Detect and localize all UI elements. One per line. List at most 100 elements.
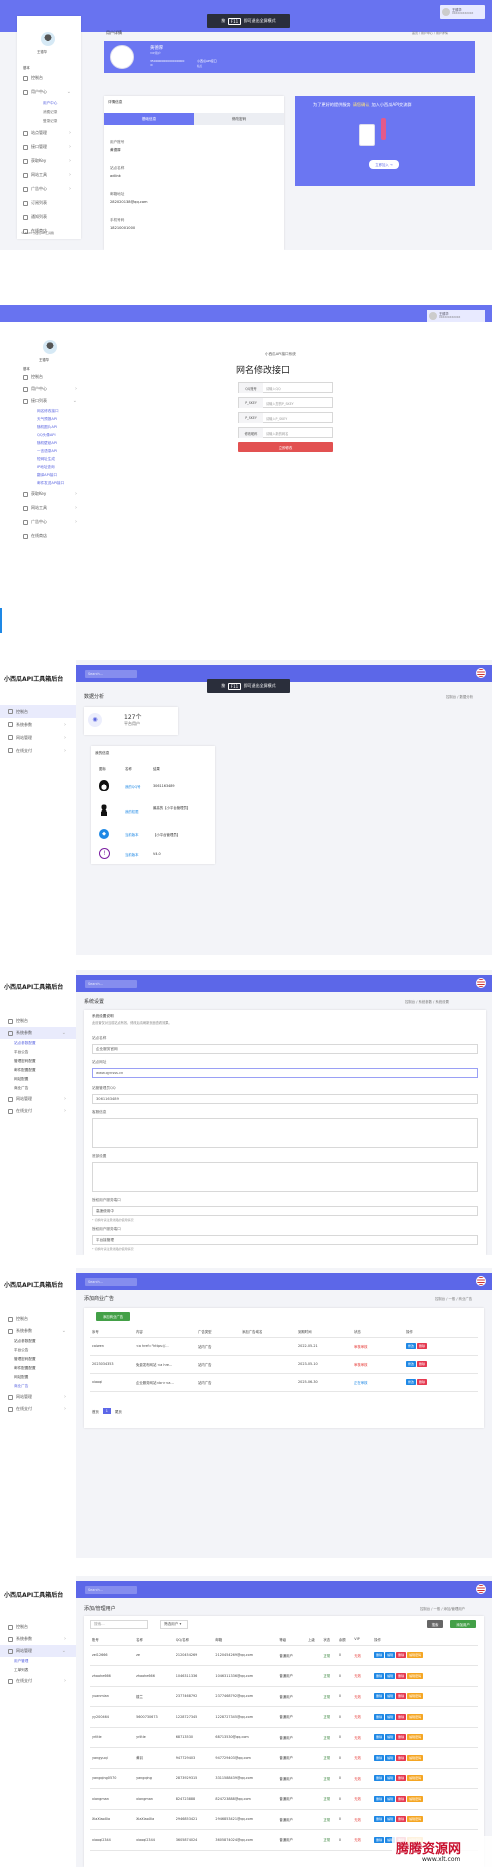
sidebar-subitem[interactable]: 网名修改接口 — [3, 407, 87, 415]
row-action-button[interactable]: 删除 — [374, 1775, 385, 1782]
sidebar-subitem[interactable]: 登录记录 — [3, 117, 81, 126]
submenu-item[interactable]: 邮件配置配置 — [0, 1066, 76, 1075]
row-action-button[interactable]: 删除 — [374, 1734, 385, 1741]
row-action-button[interactable]: 编辑密码 — [407, 1693, 424, 1700]
search-input[interactable]: Search... — [85, 1278, 137, 1286]
submenu-item[interactable]: 管理密码配置 — [0, 1355, 76, 1364]
menu-item-dashboard[interactable]: 控制台 — [0, 1621, 76, 1633]
menu-item-pay[interactable]: 在线支付 › — [0, 1675, 76, 1687]
edit-button[interactable]: 修改 — [406, 1379, 417, 1385]
row-action-button[interactable]: 编辑密码 — [407, 1672, 424, 1679]
join-button[interactable]: 立即加入 → — [369, 160, 399, 169]
sidebar-item-ads[interactable]: 广告中心 › — [3, 515, 87, 529]
sidebar-subitem[interactable]: 用户中心 — [3, 99, 81, 108]
menu-item-settings[interactable]: 系统参数 › — [0, 718, 76, 731]
sidebar-item-shop[interactable]: 在线商店 — [3, 529, 87, 543]
row-action-button[interactable]: 编辑密码 — [407, 1754, 424, 1761]
submit-button[interactable]: 立即修改 — [238, 442, 333, 452]
submenu-item[interactable]: 管理密码配置 — [0, 1057, 76, 1066]
menu-item-dashboard[interactable]: 控制台 — [0, 1015, 76, 1027]
edit-button[interactable]: 修改 — [406, 1361, 417, 1367]
admin-qq-input[interactable]: 3061163489 — [92, 1094, 478, 1104]
menu-item-dashboard[interactable]: 控制台 — [0, 1313, 76, 1325]
search-input[interactable]: Search... — [85, 670, 137, 678]
site-url-input[interactable]: www.qynsss.cn — [92, 1068, 478, 1078]
row-action-button[interactable]: 删除 — [396, 1816, 407, 1823]
row-action-button[interactable]: 删除 — [374, 1713, 385, 1720]
sidebar-item-user-center[interactable]: 用户中心 ⌄ — [3, 85, 81, 99]
row-action-button[interactable]: 编辑 — [385, 1775, 396, 1782]
sidebar-item-user-center[interactable]: 用户中心 › — [3, 383, 87, 395]
menu-item-site[interactable]: 网站管理 ⌄ — [0, 1645, 76, 1657]
menu-item-pay[interactable]: 在线支付 › — [0, 1105, 76, 1117]
sidebar-subitem[interactable]: QQ头像API — [3, 431, 87, 439]
menu-item-site[interactable]: 网站管理 › — [0, 731, 76, 744]
row-action-button[interactable]: 删除 — [374, 1836, 385, 1843]
service-info-textarea[interactable] — [92, 1118, 478, 1148]
sidebar-item-tools[interactable]: 网站工具 › — [3, 501, 87, 515]
row-action-button[interactable]: 编辑 — [385, 1672, 396, 1679]
sidebar-subitem[interactable]: 短网址生成 — [3, 455, 87, 463]
row-action-button[interactable]: 编辑 — [385, 1693, 396, 1700]
user-chip[interactable]: 王德华 XXXXXXXXXXXX — [440, 5, 485, 19]
flag-icon[interactable] — [476, 668, 486, 678]
delete-button[interactable]: 删除 — [417, 1361, 428, 1367]
page-first[interactable]: 首页 — [92, 1409, 99, 1414]
row-action-button[interactable]: 编辑密码 — [407, 1734, 424, 1741]
sidebar-item-dashboard[interactable]: 控制台 — [3, 371, 87, 383]
row-action-button[interactable]: 删除 — [396, 1672, 407, 1679]
menu-item-pay[interactable]: 在线支付 › — [0, 1403, 76, 1415]
pskey-input[interactable]: 请输入您的P_SKEY — [266, 401, 294, 406]
sidebar-subitem[interactable]: 随机图片API — [3, 423, 87, 431]
row-action-button[interactable]: 删除 — [396, 1693, 407, 1700]
service-port-select[interactable]: 高速使用中 — [92, 1206, 478, 1216]
submenu-item[interactable]: 平台公告 — [0, 1346, 76, 1355]
row-action-button[interactable]: 删除 — [396, 1754, 407, 1761]
submenu-item[interactable]: 网站配置 — [0, 1075, 76, 1084]
submenu-item[interactable]: 商业广告 — [0, 1382, 76, 1391]
submenu-item[interactable]: 邮件配置配置 — [0, 1364, 76, 1373]
menu-item-settings[interactable]: 系统参数 ⌄ — [0, 1325, 76, 1337]
add-user-button[interactable]: 添加用户 — [450, 1620, 476, 1628]
row-action-button[interactable]: 删除 — [396, 1652, 407, 1659]
sidebar-item-subscriptions[interactable]: 订阅列表 — [3, 196, 81, 210]
sidebar-item-site[interactable]: 站点管理 › — [3, 126, 81, 140]
page-last[interactable]: 尾页 — [115, 1409, 122, 1414]
sidebar-subitem[interactable]: 消费记录 — [3, 108, 81, 117]
submenu-item[interactable]: 工单列表 — [0, 1666, 76, 1675]
search-button[interactable]: 搜索 — [427, 1620, 443, 1628]
search-input[interactable]: Search... — [85, 980, 137, 988]
row-action-button[interactable]: 编辑 — [385, 1734, 396, 1741]
flag-icon[interactable] — [476, 1584, 486, 1594]
sidebar-subitem[interactable]: 随机壁纸API — [3, 439, 87, 447]
sidebar-item-dashboard[interactable]: 控制台 — [3, 71, 81, 85]
submenu-item[interactable]: 网站配置 — [0, 1373, 76, 1382]
sidebar-subitem[interactable]: 翻译API接口 — [3, 471, 87, 479]
delete-button[interactable]: 删除 — [417, 1379, 428, 1385]
row-action-button[interactable]: 删除 — [374, 1672, 385, 1679]
nickname-input[interactable]: 请输入新的网名 — [266, 431, 288, 436]
tab-basic[interactable]: 基础信息 — [104, 113, 194, 125]
qq-input[interactable]: 请输入QQ — [266, 386, 281, 391]
submenu-item[interactable]: 商业广告 — [0, 1084, 76, 1093]
row-action-button[interactable]: 编辑密码 — [407, 1713, 424, 1720]
sidebar-subitem[interactable]: 一言语录API — [3, 447, 87, 455]
add-ad-button[interactable]: 添加商业广告 — [96, 1312, 130, 1321]
row-action-button[interactable]: 删除 — [374, 1816, 385, 1823]
sidebar-item-tools[interactable]: 网站工具 › — [3, 168, 81, 182]
search-input[interactable]: Search... — [85, 1586, 137, 1594]
submenu-item[interactable]: 用户管理 — [0, 1657, 76, 1666]
platform-select[interactable]: 平台接管理 — [92, 1235, 478, 1245]
row-action-button[interactable]: 编辑 — [385, 1652, 396, 1659]
submenu-item[interactable]: 站点参数配置 — [0, 1337, 76, 1346]
submenu-item[interactable]: 站点参数配置 — [0, 1039, 76, 1048]
submenu-item[interactable]: 平台公告 — [0, 1048, 76, 1057]
row-action-button[interactable]: 删除 — [396, 1795, 407, 1802]
site-name-input[interactable]: 企业服务官网 — [92, 1044, 478, 1054]
sidebar-item-api-list[interactable]: 接口列表 ⌄ — [3, 395, 87, 407]
menu-item-site[interactable]: 网站管理 › — [0, 1093, 76, 1105]
sidebar-subitem[interactable]: 邮件发送API接口 — [3, 479, 87, 487]
sidebar-item-ads[interactable]: 广告中心 › — [3, 182, 81, 196]
filter-input[interactable]: 搜索... — [90, 1620, 148, 1629]
flag-icon[interactable] — [476, 1276, 486, 1286]
